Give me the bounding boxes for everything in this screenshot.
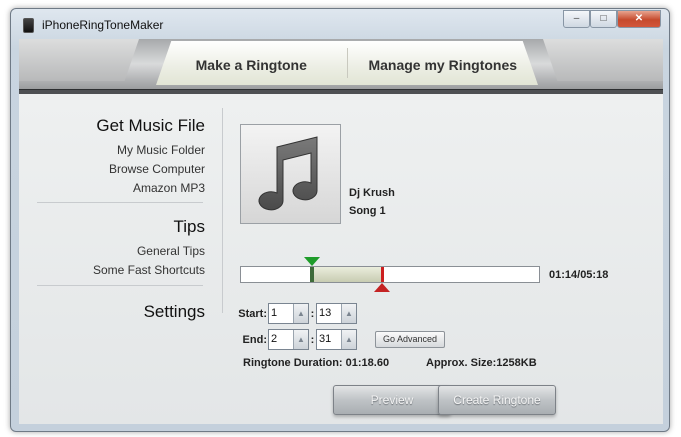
- start-minutes-value[interactable]: 1: [269, 304, 293, 323]
- timeline-track[interactable]: [240, 266, 540, 283]
- tab-strip-left-decoration: [19, 39, 139, 81]
- end-seconds-value[interactable]: 31: [317, 330, 341, 349]
- end-position-line: [380, 267, 384, 282]
- sidebar-link-general-tips[interactable]: General Tips: [93, 242, 205, 261]
- sidebar-link-browse-computer[interactable]: Browse Computer: [96, 160, 205, 179]
- approx-size: Approx. Size:1258KB: [426, 357, 537, 369]
- spin-arrows-icon[interactable]: ▲: [341, 304, 356, 323]
- sidebar: Get Music File My Music Folder Browse Co…: [19, 94, 219, 424]
- tab-strip: Make a Ringtone Manage my Ringtones: [19, 39, 663, 94]
- create-ringtone-button[interactable]: Create Ringtone: [438, 385, 556, 415]
- selected-range: [310, 267, 382, 282]
- window-title: iPhoneRingToneMaker: [42, 18, 164, 32]
- tab-group: Make a Ringtone Manage my Ringtones: [156, 41, 538, 85]
- end-minutes-value[interactable]: 2: [269, 330, 293, 349]
- end-marker-handle[interactable]: [373, 283, 390, 292]
- ringtone-duration: Ringtone Duration: 01:18.60: [243, 357, 390, 369]
- title-bar[interactable]: iPhoneRingToneMaker – □ ✕: [11, 9, 669, 39]
- sidebar-divider: [37, 285, 203, 286]
- close-button[interactable]: ✕: [617, 10, 661, 28]
- spin-arrows-icon[interactable]: ▲: [293, 304, 308, 323]
- tips-section: Tips General Tips Some Fast Shortcuts: [93, 217, 205, 280]
- end-seconds-stepper[interactable]: 31 ▲: [316, 329, 357, 350]
- maximize-button[interactable]: □: [590, 10, 617, 28]
- start-label: Start:: [238, 307, 267, 320]
- music-note-icon: [258, 136, 318, 211]
- end-minutes-stepper[interactable]: 2 ▲: [268, 329, 309, 350]
- spin-arrows-icon[interactable]: ▲: [293, 330, 308, 349]
- go-advanced-button[interactable]: Go Advanced: [375, 331, 445, 348]
- iphone-icon: [23, 18, 34, 33]
- preview-button[interactable]: Preview: [333, 385, 451, 415]
- app-window: iPhoneRingToneMaker – □ ✕ Make a Rington…: [10, 8, 670, 432]
- start-time-row: Start: 1 ▲ : 13 ▲: [237, 303, 357, 324]
- tips-heading: Tips: [173, 217, 206, 236]
- minimize-button[interactable]: –: [563, 10, 590, 28]
- song-info: Dj Krush Song 1: [349, 184, 395, 220]
- sidebar-link-amazon-mp3[interactable]: Amazon MP3: [96, 179, 205, 198]
- time-colon: :: [310, 307, 315, 320]
- time-colon: :: [310, 333, 315, 346]
- time-readout: 01:14/05:18: [549, 269, 609, 281]
- song-title: Song 1: [349, 205, 386, 217]
- settings-section: Settings: [144, 302, 205, 327]
- main-content: Get Music File My Music Folder Browse Co…: [19, 94, 663, 424]
- start-position-line: [310, 267, 315, 282]
- settings-link[interactable]: Settings: [144, 302, 205, 322]
- spin-arrows-icon[interactable]: ▲: [341, 330, 356, 349]
- get-music-section: Get Music File My Music Folder Browse Co…: [96, 116, 205, 198]
- start-minutes-stepper[interactable]: 1 ▲: [268, 303, 309, 324]
- end-label: End:: [242, 333, 267, 346]
- get-music-heading: Get Music File: [96, 116, 205, 135]
- end-time-row: End: 2 ▲ : 31 ▲ Go Advanced: [237, 329, 445, 350]
- sidebar-divider: [37, 202, 203, 203]
- tab-make-ringtone[interactable]: Make a Ringtone: [156, 53, 347, 73]
- start-seconds-stepper[interactable]: 13 ▲: [316, 303, 357, 324]
- sidebar-link-my-music-folder[interactable]: My Music Folder: [96, 141, 205, 160]
- start-marker-handle[interactable]: [304, 257, 321, 266]
- start-seconds-value[interactable]: 13: [317, 304, 341, 323]
- sidebar-separator: [222, 108, 223, 313]
- song-artist: Dj Krush: [349, 187, 395, 199]
- album-artwork: [240, 124, 341, 224]
- tab-manage-ringtones[interactable]: Manage my Ringtones: [348, 53, 539, 73]
- sidebar-link-fast-shortcuts[interactable]: Some Fast Shortcuts: [93, 261, 205, 280]
- tab-strip-right-decoration: [543, 39, 663, 81]
- window-controls: – □ ✕: [563, 10, 661, 28]
